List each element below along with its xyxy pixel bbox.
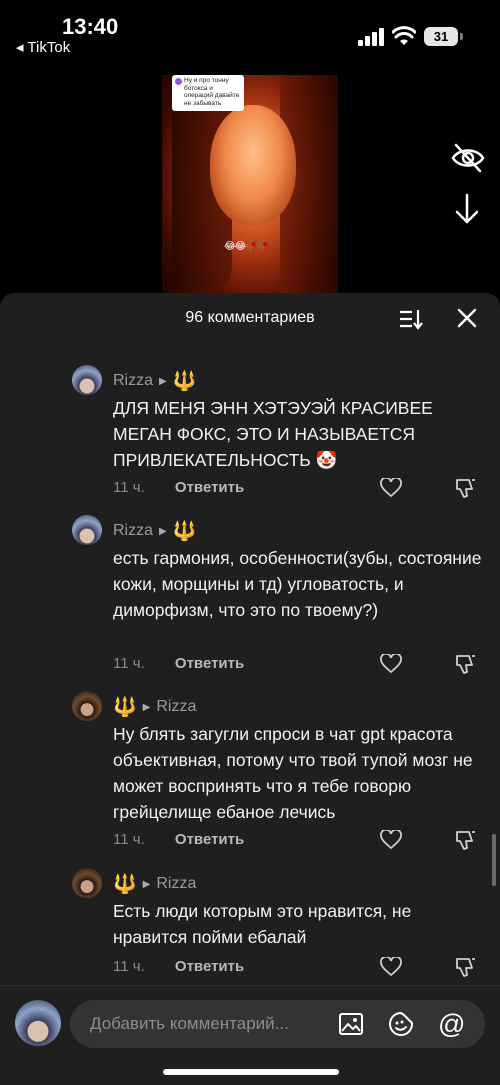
- avatar[interactable]: [72, 691, 102, 721]
- comment-meta: 🔱 ▶ Rizza: [113, 872, 196, 896]
- comment-text: есть гармония, особенности(зубы, состоян…: [113, 548, 482, 620]
- comment-actions: 11 ч. Ответить: [113, 831, 244, 848]
- like-heart-icon[interactable]: [380, 478, 402, 498]
- comment-meta: Rizza ▶ 🔱: [113, 369, 196, 393]
- comments-sheet: 96 комментариев Rizza ▶ 🔱 ДЛЯ МЕНЯ ЭНН Х…: [0, 293, 500, 1084]
- caption-bubble-text: Ну и про тонну ботокса и операций давайт…: [184, 77, 240, 107]
- comment-actions: 11 ч. Ответить: [113, 655, 244, 672]
- avatar[interactable]: [72, 868, 102, 898]
- home-indicator: [163, 1069, 339, 1075]
- avatar[interactable]: [15, 1000, 61, 1046]
- dislike-icon[interactable]: [455, 477, 477, 499]
- dislike-icon[interactable]: [455, 956, 477, 978]
- reply-arrow-icon: ▶: [142, 878, 151, 890]
- comment-text: ДЛЯ МЕНЯ ЭНН ХЭТЭУЭЙ КРАСИВЕЕ МЕГАН ФОКС…: [113, 398, 433, 470]
- comment-author[interactable]: Rizza: [113, 372, 153, 390]
- comment-meta: Rizza ▶ 🔱: [113, 519, 196, 543]
- reply-to-user[interactable]: 🔱: [173, 369, 197, 393]
- comment-time: 11 ч.: [113, 479, 145, 496]
- reply-button[interactable]: Ответить: [175, 958, 244, 975]
- reply-arrow-icon: ▶: [159, 525, 167, 537]
- status-bar: 13:40 ◂ TikTok 31: [0, 0, 500, 60]
- sort-icon[interactable]: [398, 307, 424, 331]
- reply-to-user[interactable]: Rizza: [156, 698, 196, 716]
- reply-button[interactable]: Ответить: [175, 655, 244, 672]
- download-arrow-icon[interactable]: [452, 192, 482, 226]
- emoji-icon[interactable]: [388, 1011, 414, 1037]
- avatar[interactable]: [72, 365, 102, 395]
- comments-count-title: 96 комментариев: [185, 309, 315, 326]
- comment-time: 11 ч.: [113, 958, 145, 975]
- like-heart-icon[interactable]: [380, 654, 402, 674]
- dislike-icon[interactable]: [455, 829, 477, 851]
- battery-tip: [460, 33, 463, 40]
- comments-scrollbar[interactable]: [492, 834, 496, 886]
- battery-indicator: 31: [424, 27, 458, 46]
- comment-actions: 11 ч. Ответить: [113, 958, 244, 975]
- video-shape-face: [210, 105, 296, 225]
- video-preview[interactable]: Ну и про тонну ботокса и операций давайт…: [162, 75, 338, 305]
- hide-eye-icon[interactable]: [450, 140, 486, 176]
- comment-composer: Добавить комментарий... @: [0, 985, 500, 1085]
- comment-text: Есть люди которым это нравится, не нрави…: [113, 901, 412, 947]
- reply-button[interactable]: Ответить: [175, 479, 244, 496]
- like-heart-icon[interactable]: [380, 957, 402, 977]
- image-icon[interactable]: [338, 1012, 364, 1036]
- avatar[interactable]: [72, 515, 102, 545]
- like-heart-icon[interactable]: [380, 830, 402, 850]
- comment-time: 11 ч.: [113, 831, 145, 848]
- comment-actions: 11 ч. Ответить: [113, 479, 244, 496]
- reply-to-user[interactable]: Rizza: [156, 875, 196, 893]
- comment-time: 11 ч.: [113, 655, 145, 672]
- mention-at-icon[interactable]: @: [438, 1009, 465, 1040]
- back-to-app-link[interactable]: ◂ TikTok: [16, 38, 70, 56]
- close-icon[interactable]: [456, 307, 478, 329]
- status-time: 13:40: [62, 14, 119, 39]
- comment-meta: 🔱 ▶ Rizza: [113, 695, 196, 719]
- comment-author[interactable]: 🔱: [113, 695, 137, 719]
- caption-avatar-dot: [175, 78, 182, 85]
- comment-text: Ну блять загугли спроси в чат gpt красот…: [113, 724, 473, 822]
- comment-input[interactable]: Добавить комментарий... @: [70, 1000, 485, 1048]
- dislike-icon[interactable]: [455, 653, 477, 675]
- reply-arrow-icon: ▶: [159, 375, 167, 387]
- reply-button[interactable]: Ответить: [175, 831, 244, 848]
- reply-arrow-icon: ▶: [142, 701, 151, 713]
- video-emoji-overlay: 😂😂🥀🥀: [224, 241, 269, 252]
- video-caption-bubble: Ну и про тонну ботокса и операций давайт…: [172, 75, 244, 111]
- comment-author[interactable]: Rizza: [113, 522, 153, 540]
- reply-to-user[interactable]: 🔱: [173, 519, 197, 543]
- wifi-icon: [392, 26, 416, 45]
- cellular-signal-icon: [358, 28, 384, 46]
- comment-input-placeholder: Добавить комментарий...: [90, 1014, 289, 1033]
- comment-author[interactable]: 🔱: [113, 872, 137, 896]
